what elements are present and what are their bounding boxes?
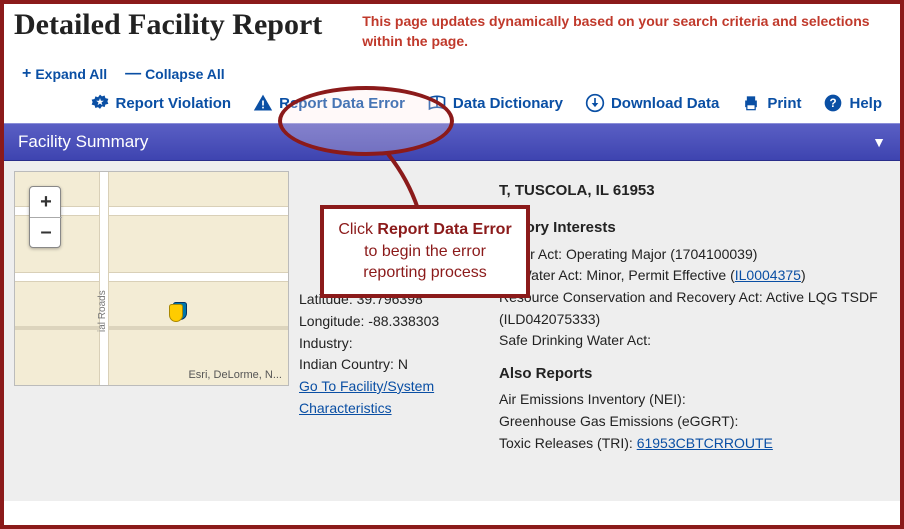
cwa-value: Minor, Permit Effective ( bbox=[586, 267, 734, 283]
help-label: Help bbox=[849, 95, 882, 112]
facility-location-info: Latitude: 39.796398 Longitude: -88.33830… bbox=[299, 171, 489, 491]
book-icon bbox=[427, 93, 447, 113]
page-subtitle: This page updates dynamically based on y… bbox=[362, 8, 890, 51]
download-data-button[interactable]: Download Data bbox=[585, 93, 719, 113]
print-button[interactable]: Print bbox=[741, 93, 801, 113]
panel-header[interactable]: Facility Summary ▼ bbox=[4, 123, 900, 161]
industry-label: Industry: bbox=[299, 335, 353, 351]
longitude-value: -88.338303 bbox=[368, 313, 439, 329]
data-dictionary-button[interactable]: Data Dictionary bbox=[427, 93, 563, 113]
latitude-label: Latitude: bbox=[299, 291, 353, 307]
map[interactable]: ial Roads + – Esri, DeLorme, N... bbox=[14, 171, 289, 386]
panel-body: ial Roads + – Esri, DeLorme, N... Latitu… bbox=[4, 161, 900, 501]
also-reports-heading: Also Reports bbox=[499, 362, 890, 385]
download-data-label: Download Data bbox=[611, 95, 719, 112]
report-violation-button[interactable]: Report Violation bbox=[90, 93, 232, 113]
help-icon: ? bbox=[823, 93, 843, 113]
indian-country-value: N bbox=[398, 356, 408, 372]
tri-row: Toxic Releases (TRI): 61953CBTCRROUTE bbox=[499, 433, 890, 455]
print-icon bbox=[741, 93, 761, 113]
tri-link[interactable]: 61953CBTCRROUTE bbox=[637, 435, 773, 451]
cwa-permit-link[interactable]: IL0004375 bbox=[735, 267, 801, 283]
sdwa-row: Safe Drinking Water Act: bbox=[499, 330, 890, 352]
minus-icon: — bbox=[125, 65, 141, 83]
page-title: Detailed Facility Report bbox=[14, 8, 322, 42]
download-icon bbox=[585, 93, 605, 113]
chevron-down-icon: ▼ bbox=[872, 134, 886, 150]
print-label: Print bbox=[767, 95, 801, 112]
report-data-error-button[interactable]: Report Data Error bbox=[253, 93, 405, 113]
panel-title: Facility Summary bbox=[18, 132, 148, 152]
help-button[interactable]: ? Help bbox=[823, 93, 882, 113]
tri-label: Toxic Releases (TRI): bbox=[499, 435, 637, 451]
collapse-all-button[interactable]: — Collapse All bbox=[125, 65, 225, 83]
zoom-out-button[interactable]: – bbox=[30, 217, 62, 247]
map-attribution: Esri, DeLorme, N... bbox=[188, 369, 282, 381]
rcra-row: Resource Conservation and Recovery Act: … bbox=[499, 287, 890, 330]
report-violation-label: Report Violation bbox=[116, 95, 232, 112]
caa-value: Operating Major (1704100039) bbox=[566, 246, 757, 262]
facility-address: T, TUSCOLA, IL 61953 bbox=[499, 179, 890, 202]
nei-row: Air Emissions Inventory (NEI): bbox=[499, 389, 890, 411]
zoom-control: + – bbox=[29, 186, 61, 248]
collapse-all-label: Collapse All bbox=[145, 66, 225, 82]
expand-all-label: Expand All bbox=[35, 66, 107, 82]
caa-row: an Air Act: Operating Major (1704100039) bbox=[499, 244, 890, 266]
cwa-row: an Water Act: Minor, Permit Effective (I… bbox=[499, 265, 890, 287]
latitude-value: 39.796398 bbox=[357, 291, 423, 307]
badge-icon bbox=[90, 93, 110, 113]
longitude-label: Longitude: bbox=[299, 313, 364, 329]
facility-details: T, TUSCOLA, IL 61953 ulatory Interests a… bbox=[499, 171, 890, 491]
warning-icon bbox=[253, 93, 273, 113]
plus-icon: + bbox=[22, 65, 31, 83]
caa-prefix: an Air Act: bbox=[499, 246, 566, 262]
data-dictionary-label: Data Dictionary bbox=[453, 95, 563, 112]
facility-characteristics-link[interactable]: Go To Facility/System Characteristics bbox=[299, 378, 434, 416]
cwa-prefix: an Water Act: bbox=[499, 267, 586, 283]
expand-all-button[interactable]: + Expand All bbox=[22, 65, 107, 83]
ghg-row: Greenhouse Gas Emissions (eGGRT): bbox=[499, 411, 890, 433]
report-data-error-label: Report Data Error bbox=[279, 95, 405, 112]
svg-text:?: ? bbox=[830, 97, 837, 110]
map-road-label: ial Roads bbox=[97, 290, 108, 332]
zoom-in-button[interactable]: + bbox=[30, 187, 62, 217]
map-marker[interactable] bbox=[169, 302, 189, 322]
indian-country-label: Indian Country: bbox=[299, 356, 394, 372]
regulatory-heading: ulatory Interests bbox=[499, 216, 890, 239]
cwa-suffix: ) bbox=[801, 267, 806, 283]
